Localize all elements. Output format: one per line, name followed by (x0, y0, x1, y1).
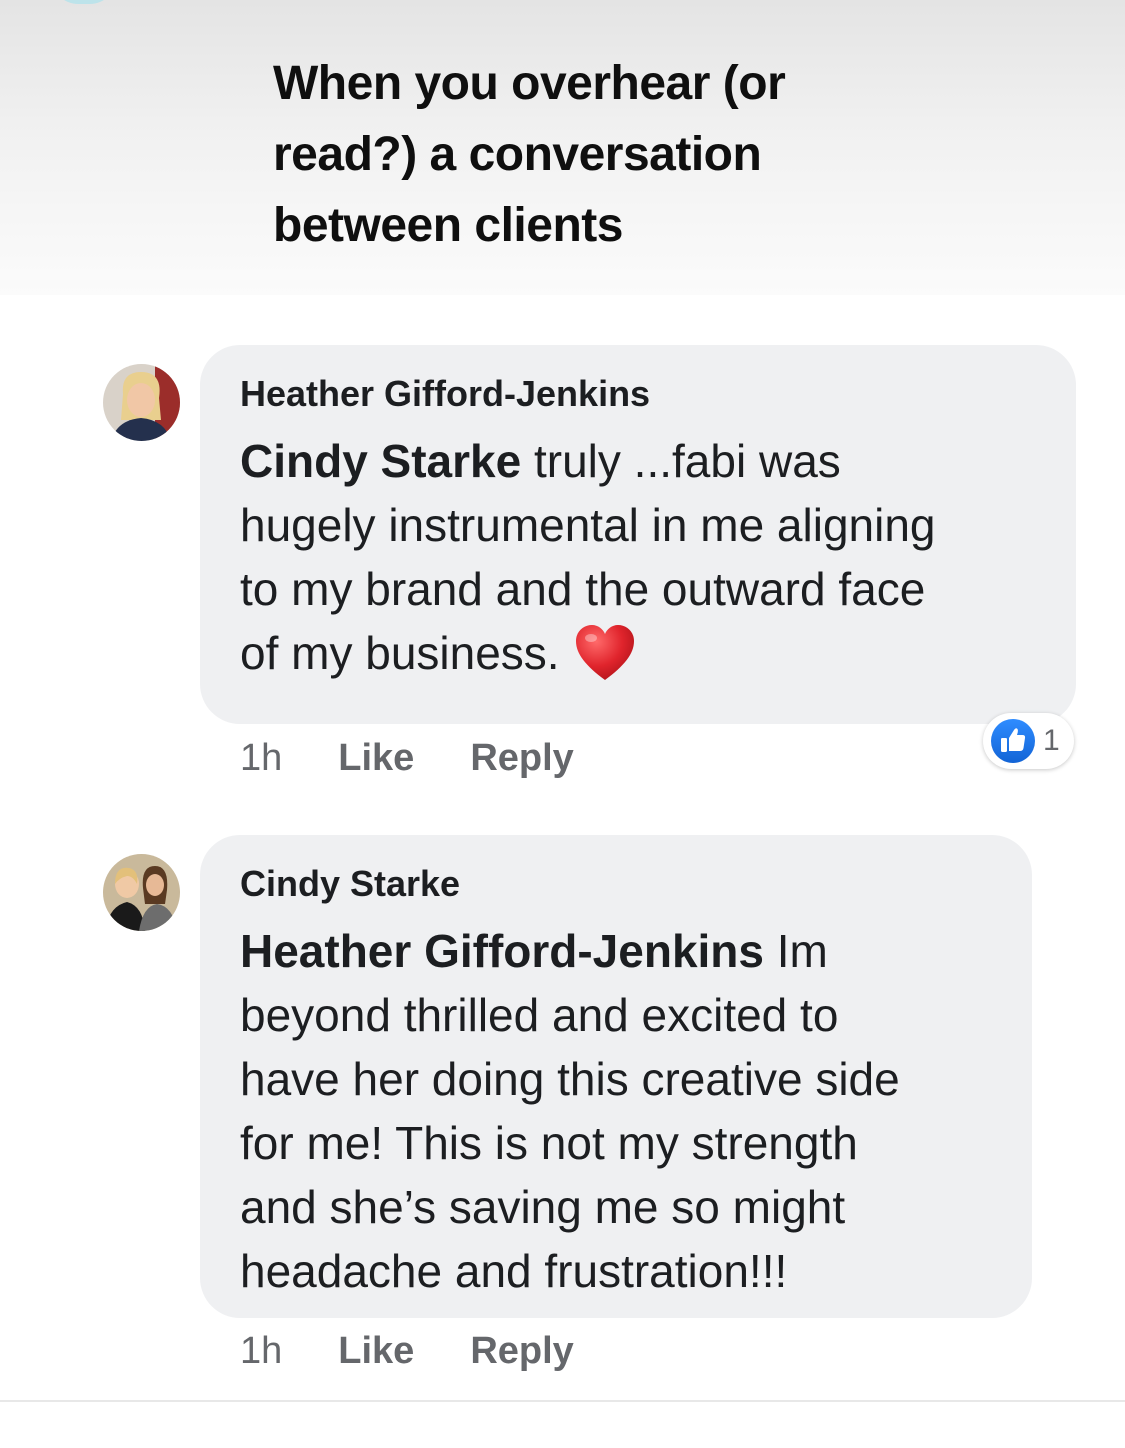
avatar-heather[interactable] (103, 364, 180, 441)
comment-author[interactable]: Cindy Starke (240, 863, 992, 905)
reply-button[interactable]: Reply (470, 737, 573, 780)
reaction-summary[interactable]: 1 (983, 713, 1074, 769)
comment-author[interactable]: Heather Gifford-Jenkins (240, 373, 1036, 415)
comment-actions: 1h Like Reply (240, 733, 630, 783)
header-decoration (52, 0, 116, 4)
reaction-count: 1 (1043, 724, 1060, 757)
comment-time[interactable]: 1h (240, 1330, 282, 1373)
heart-icon (575, 624, 634, 680)
comment-text: Heather Gifford-Jenkins Im beyond thrill… (240, 919, 992, 1303)
like-icon (991, 719, 1035, 763)
like-button[interactable]: Like (338, 1330, 414, 1373)
comment-bubble: Cindy Starke Heather Gifford-Jenkins Im … (200, 835, 1032, 1318)
avatar-cindy[interactable] (103, 854, 180, 931)
mention-link[interactable]: Cindy Starke (240, 435, 521, 487)
comment-bubble: Heather Gifford-Jenkins Cindy Starke tru… (200, 345, 1076, 724)
reply-button[interactable]: Reply (470, 1330, 573, 1373)
comment-actions: 1h Like Reply (240, 1326, 630, 1376)
comment-time[interactable]: 1h (240, 737, 282, 780)
comment-body: Im beyond thrilled and excited to have h… (240, 925, 900, 1297)
post-title: When you overhear (or read?) a conversat… (273, 57, 786, 252)
comment-text: Cindy Starke truly ...fabi was hugely in… (240, 429, 1036, 686)
like-button[interactable]: Like (338, 737, 414, 780)
mention-link[interactable]: Heather Gifford-Jenkins (240, 925, 764, 977)
divider (0, 1400, 1125, 1402)
post-header: When you overhear (or read?) a conversat… (0, 0, 1125, 295)
